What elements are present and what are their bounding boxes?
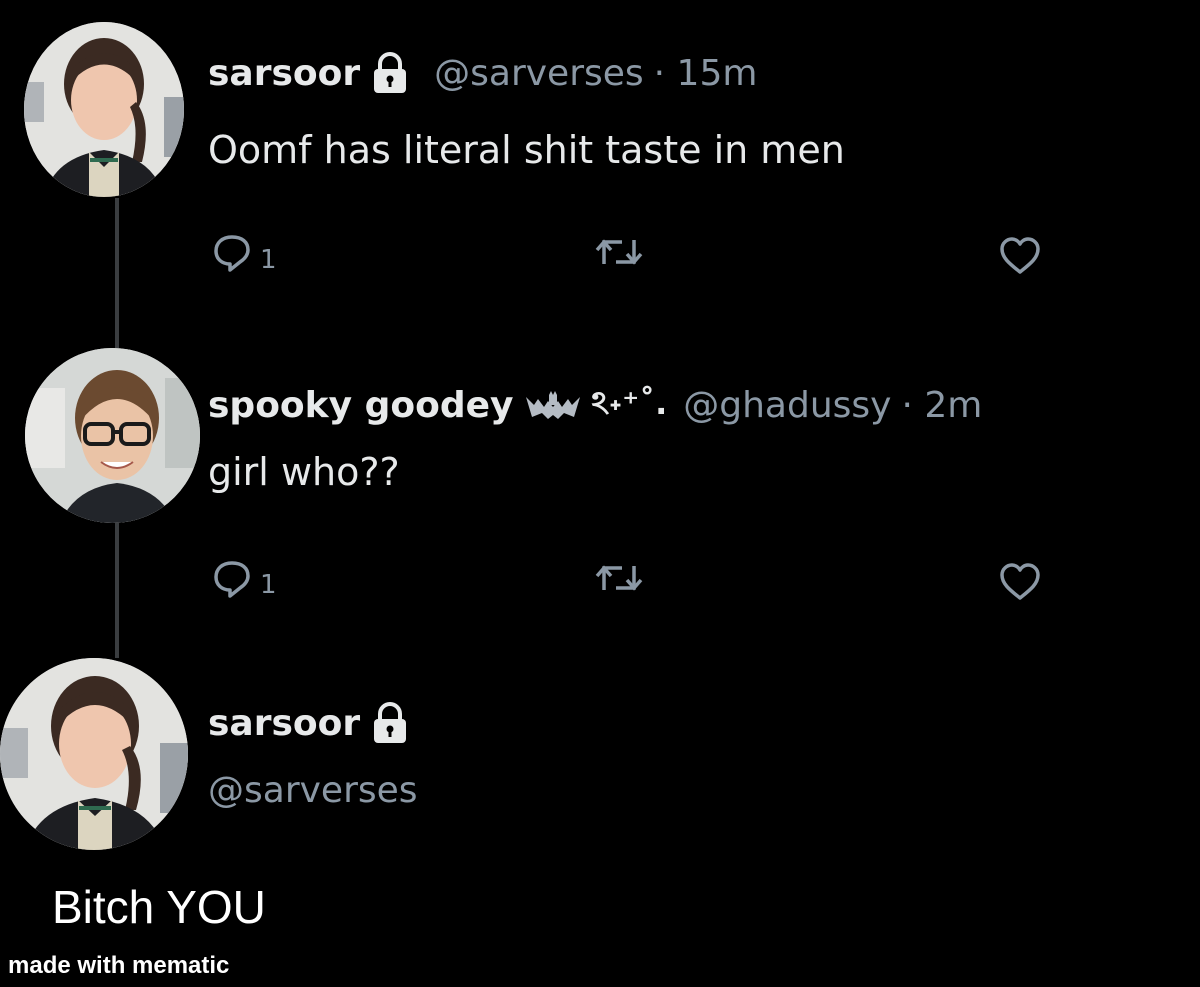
display-name[interactable]: sarsoor <box>208 53 360 94</box>
avatar[interactable] <box>24 22 184 197</box>
tweet-text: girl who?? <box>208 450 400 494</box>
timestamp[interactable]: · 2m <box>901 385 982 426</box>
lock-icon <box>370 702 410 744</box>
display-name[interactable]: spooky goodey <box>208 385 514 426</box>
tweet-header: sarsoor @sarverses · 15m <box>208 52 757 94</box>
handle[interactable]: @ghadussy <box>683 385 891 426</box>
retweet-icon[interactable] <box>594 560 644 600</box>
reply-icon[interactable] <box>212 558 252 602</box>
thread-line <box>115 523 119 658</box>
timestamp[interactable]: · 15m <box>654 53 758 94</box>
tweet-text: Oomf has literal shit taste in men <box>208 128 845 172</box>
like-icon[interactable] <box>998 562 1042 606</box>
retweet-icon[interactable] <box>594 234 644 274</box>
thread-line <box>115 198 119 348</box>
reply-count: 1 <box>260 570 277 600</box>
lock-icon <box>370 52 410 94</box>
reply-icon[interactable] <box>212 232 252 276</box>
profile-name-row: sarsoor <box>208 702 410 744</box>
caption-text: Bitch YOU <box>52 881 266 933</box>
avatar[interactable] <box>0 658 188 850</box>
bat-icon <box>524 387 582 423</box>
handle[interactable]: @sarverses <box>208 770 418 811</box>
avatar[interactable] <box>25 348 200 523</box>
like-icon[interactable] <box>998 236 1042 280</box>
watermark: made with mematic <box>8 952 230 979</box>
handle[interactable]: @sarverses <box>434 53 644 94</box>
display-name[interactable]: sarsoor <box>208 703 360 744</box>
name-emoji: ঽ˖⁺˚. <box>591 384 668 422</box>
reply-count: 1 <box>260 245 277 275</box>
tweet-header: spooky goodey ঽ˖⁺˚. @ghadussy · 2m <box>208 378 982 432</box>
